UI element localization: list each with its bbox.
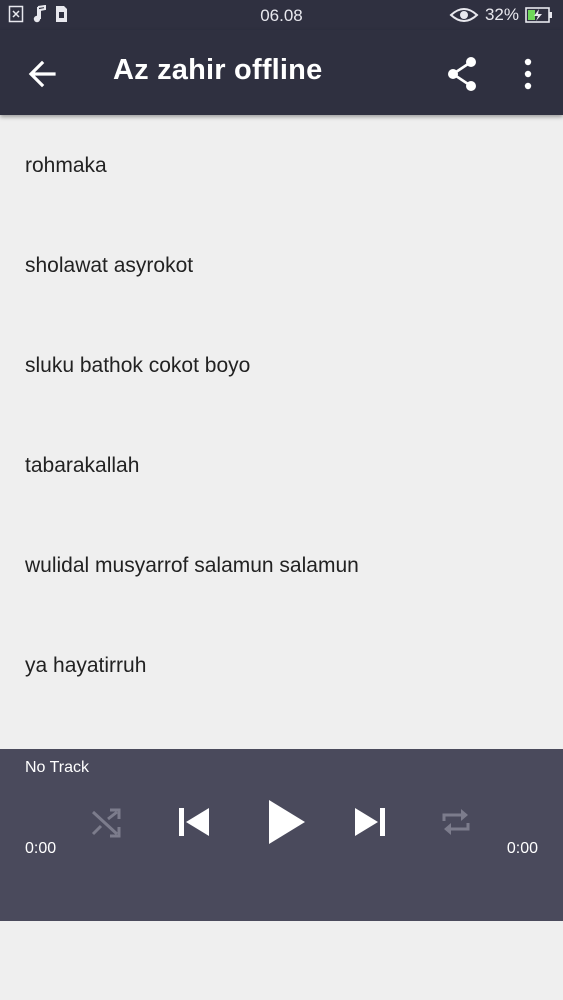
track-title: No Track [25, 759, 90, 776]
app-bar: Az zahir offline [0, 30, 563, 115]
eye-icon [449, 6, 479, 24]
battery-percent: 32% [484, 5, 519, 24]
bottom-empty-area [0, 921, 563, 1000]
more-vert-icon[interactable] [512, 54, 544, 94]
status-bar: 06.08 32% [0, 0, 563, 30]
battery-charging-icon [525, 6, 553, 24]
page-title: Az zahir offline [113, 54, 323, 86]
skip-previous-icon[interactable] [174, 802, 214, 842]
list-item[interactable]: ya hayatirruh [0, 616, 563, 716]
list-item[interactable]: tabarakallah [0, 416, 563, 516]
list-item[interactable]: sluku bathok cokot boyo [0, 316, 563, 416]
share-icon[interactable] [441, 52, 485, 96]
track-list: rohmaka sholawat asyrokot sluku bathok c… [0, 116, 563, 716]
repeat-icon[interactable] [438, 804, 474, 840]
list-item[interactable]: wulidal musyarrof salamun salamun [0, 516, 563, 616]
back-arrow-icon[interactable] [24, 54, 64, 94]
shuffle-icon[interactable] [88, 804, 124, 840]
list-item[interactable]: rohmaka [0, 116, 563, 216]
time-total: 0:00 [506, 840, 538, 857]
list-item[interactable]: sholawat asyrokot [0, 216, 563, 316]
player-panel: No Track 0:00 0:00 [0, 749, 563, 921]
time-elapsed: 0:00 [25, 840, 57, 857]
status-right-icons: 32% [449, 5, 553, 25]
play-icon[interactable] [263, 797, 309, 847]
skip-next-icon[interactable] [350, 802, 390, 842]
